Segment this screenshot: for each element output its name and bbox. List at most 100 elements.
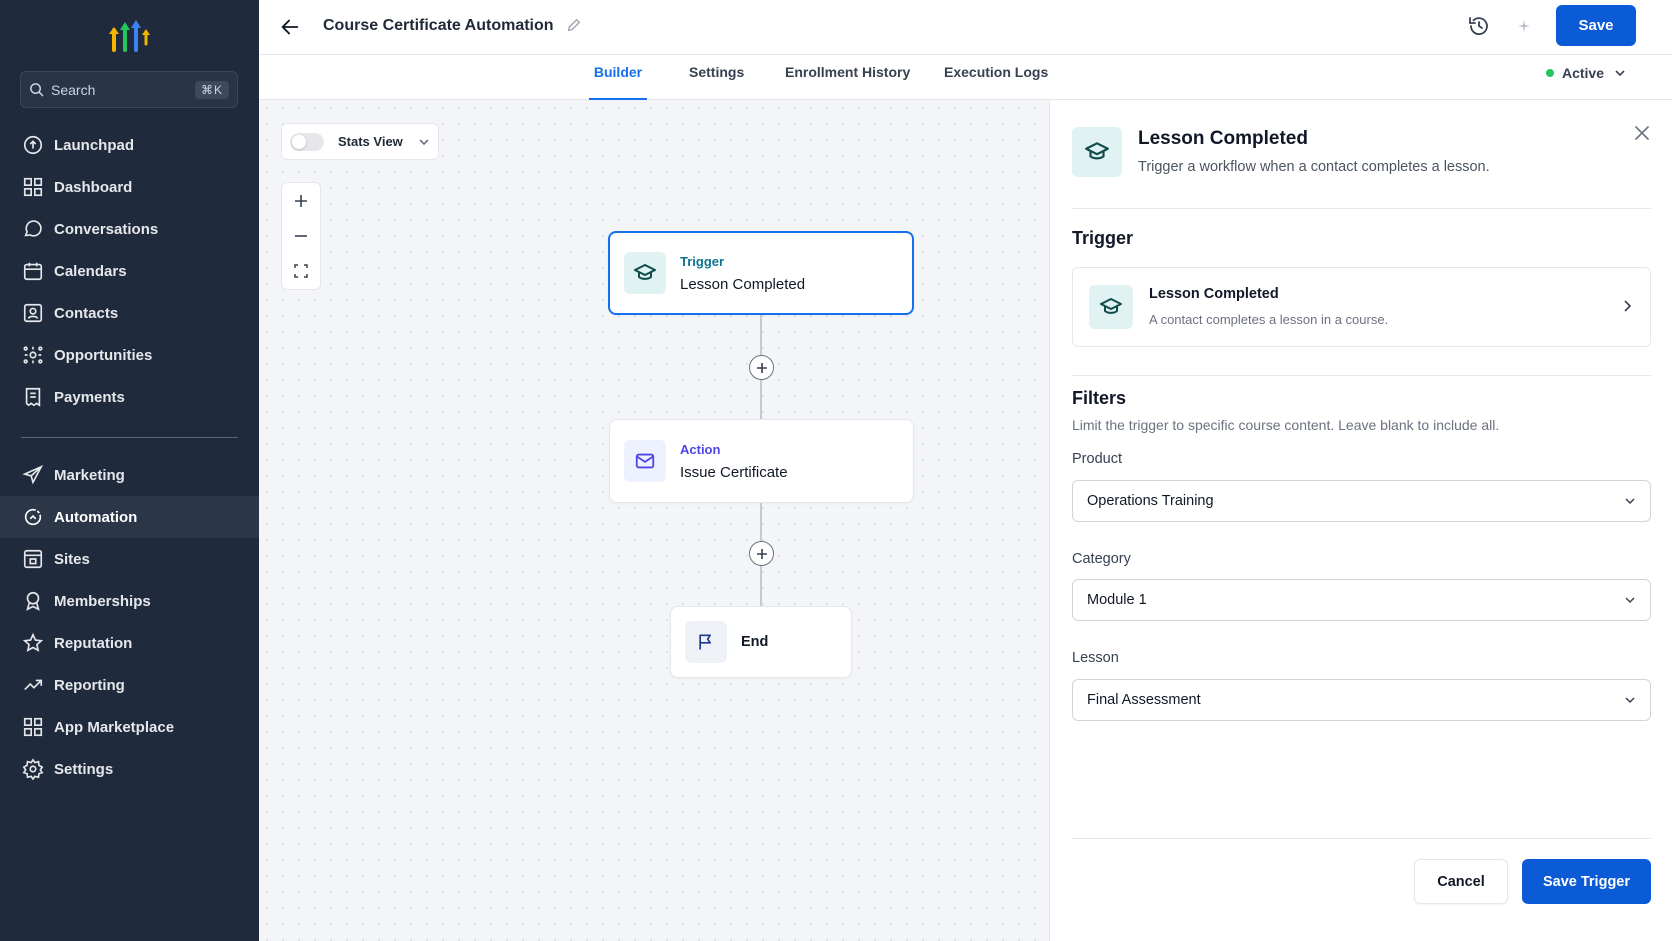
stats-view-toggle[interactable]: Stats View [281,123,439,160]
tab-execution-logs[interactable]: Execution Logs [944,64,1048,100]
tab-enrollment-history[interactable]: Enrollment History [785,64,910,100]
selected-trigger-card[interactable]: Lesson Completed A contact completes a l… [1072,267,1651,347]
receipt-icon [25,387,41,407]
sidebar-item-app-marketplace[interactable]: App Marketplace [0,706,259,748]
pencil-icon [567,18,581,32]
panel-title: Lesson Completed [1138,128,1308,149]
sidebar-item-label: Dashboard [54,178,133,196]
filters-section-title: Filters [1072,388,1127,408]
sidebar-item-label: Calendars [54,262,127,280]
sidebar-item-reputation[interactable]: Reputation [0,622,259,664]
fit-view-button[interactable] [282,253,320,288]
panel-subtitle: Trigger a workflow when a contact comple… [1138,159,1490,175]
flag-icon [699,634,711,650]
sidebar-item-opportunities[interactable]: Opportunities [0,334,259,376]
status-label: Active [1561,65,1604,81]
back-button[interactable] [279,16,301,38]
sidebar-item-label: Memberships [54,592,151,610]
edit-title-button[interactable] [566,17,584,35]
add-step-button[interactable] [749,541,774,566]
save-button[interactable]: Save [1556,5,1636,46]
grid-apps-icon [23,717,43,737]
tab-builder[interactable]: Builder [589,64,647,100]
close-panel-button[interactable] [1634,125,1652,143]
award-icon [26,591,40,611]
arrow-left-icon [281,19,299,35]
lesson-select[interactable]: Final Assessment [1072,679,1651,721]
app-logo[interactable] [108,16,150,54]
trend-line-icon [24,679,43,691]
chevron-right-icon [1624,300,1632,312]
sidebar-item-contacts[interactable]: Contacts [0,292,259,334]
search-icon [30,83,44,97]
gear-icon [22,758,44,780]
stats-view-switch[interactable] [290,132,324,151]
chevron-down-icon [419,138,429,145]
trigger-card-description: A contact completes a lesson in a course… [1149,312,1389,327]
ai-assist-button[interactable] [1516,18,1532,34]
stats-view-label: Stats View [338,134,403,149]
sparkle-icon [1518,20,1530,32]
chevron-down-icon [1615,70,1625,77]
tab-settings[interactable]: Settings [689,64,744,100]
zoom-controls [281,182,321,290]
product-field-label: Product [1072,451,1122,467]
workflow-canvas[interactable]: Stats View Trigger Lesson Completed Acti… [259,100,1049,941]
end-node[interactable]: End [670,606,852,678]
sidebar-item-label: Launchpad [54,136,135,154]
top-bar: Course Certificate Automation Save [259,0,1672,55]
sidebar-item-label: Settings [54,760,114,778]
sidebar-item-label: Automation [54,508,138,526]
save-trigger-button[interactable]: Save Trigger [1522,859,1651,904]
calendar-icon [23,262,43,281]
action-node[interactable]: Action Issue Certificate [609,419,914,503]
lesson-field-label: Lesson [1072,650,1119,666]
sidebar-nav-primary: Launchpad Dashboard Conversations Calend… [0,124,259,418]
add-step-button[interactable] [749,355,774,380]
category-select[interactable]: Module 1 [1072,579,1651,621]
node-name: Lesson Completed [680,275,806,293]
sidebar-item-label: Payments [54,388,125,406]
product-select[interactable]: Operations Training [1072,480,1651,522]
sidebar-item-marketing[interactable]: Marketing [0,454,259,496]
sidebar-item-dashboard[interactable]: Dashboard [0,166,259,208]
section-divider [1072,208,1651,209]
sidebar-item-memberships[interactable]: Memberships [0,580,259,622]
sidebar-item-label: Conversations [54,220,159,238]
plus-icon [756,548,767,559]
chat-bubble-icon [24,220,42,237]
sidebar-item-label: Reporting [54,676,125,694]
sidebar-item-calendars[interactable]: Calendars [0,250,259,292]
sidebar-nav-secondary: Marketing Automation Sites Memberships R… [0,454,259,790]
cancel-button[interactable]: Cancel [1414,859,1508,904]
graduation-cap-icon [1100,298,1122,314]
zoom-in-button[interactable] [282,183,320,218]
trigger-card-title: Lesson Completed [1149,286,1279,302]
trigger-card-icon [1089,285,1133,329]
workflow-status-dropdown[interactable]: Active [1545,65,1626,81]
search-input[interactable]: Search ⌘K [20,71,238,108]
sidebar-item-conversations[interactable]: Conversations [0,208,259,250]
contact-card-icon [23,303,43,323]
version-history-button[interactable] [1467,14,1491,38]
sidebar-item-sites[interactable]: Sites [0,538,259,580]
plus-icon [295,194,307,207]
sidebar-item-launchpad[interactable]: Launchpad [0,124,259,166]
search-shortcut-badge: ⌘K [194,80,229,99]
paper-plane-icon [22,465,44,485]
launchpad-icon [23,135,43,155]
lesson-select-value: Final Assessment [1087,692,1201,708]
zoom-out-button[interactable] [282,218,320,253]
trigger-node[interactable]: Trigger Lesson Completed [608,231,914,315]
envelope-icon [635,453,655,469]
sites-icon [23,549,43,569]
node-icon-container [624,440,666,482]
sidebar-item-settings[interactable]: Settings [0,748,259,790]
workflow-title: Course Certificate Automation [323,17,554,34]
expand-icon [294,263,308,278]
product-select-value: Operations Training [1087,493,1214,509]
sidebar-item-payments[interactable]: Payments [0,376,259,418]
sidebar-item-automation[interactable]: Automation [0,496,259,538]
chevron-down-icon [1625,697,1635,704]
sidebar-item-reporting[interactable]: Reporting [0,664,259,706]
